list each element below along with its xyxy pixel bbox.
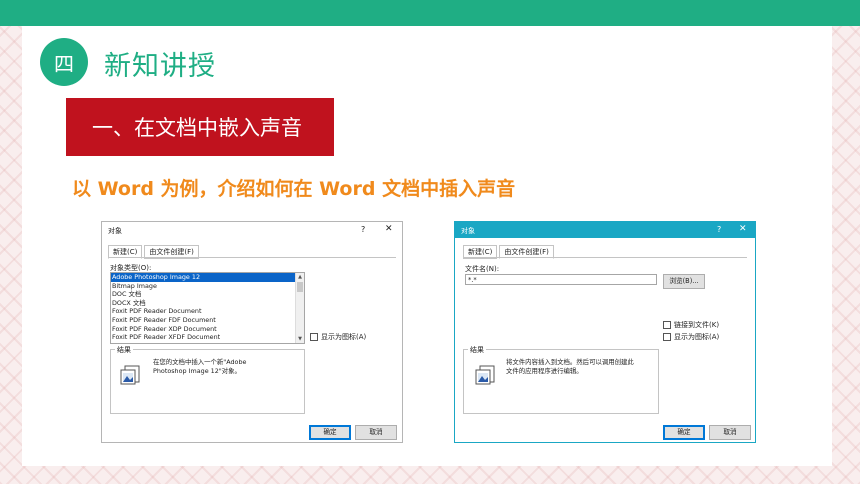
object-result-icon bbox=[120, 365, 140, 385]
list-item[interactable]: Foxit PDF Reader XFDF Document bbox=[111, 333, 304, 342]
list-item[interactable]: Foxit PDF Reader Document bbox=[111, 307, 304, 316]
list-item[interactable]: Foxit PDF Reader XDP Document bbox=[111, 325, 304, 334]
scroll-up-arrow-icon[interactable]: ▲ bbox=[296, 273, 304, 281]
scroll-thumb[interactable] bbox=[297, 282, 303, 292]
result-text-line: 将文件内容插入到文档。然后可以调用创建此 bbox=[506, 358, 634, 366]
file-name-label: 文件名(N): bbox=[465, 265, 500, 273]
browse-button[interactable]: 浏览(B)... bbox=[663, 274, 705, 289]
object-type-list[interactable]: Adobe Photoshop Image 12 Bitmap Image DO… bbox=[110, 272, 305, 344]
result-description: 将文件内容插入到文档。然后可以调用创建此 文件的应用程序进行编辑。 bbox=[506, 358, 634, 376]
checkbox-box[interactable] bbox=[663, 333, 671, 341]
list-scrollbar[interactable]: ▲ ▼ bbox=[295, 273, 304, 343]
link-to-file-checkbox[interactable]: 链接到文件(K) bbox=[663, 320, 719, 330]
cancel-button[interactable]: 取消 bbox=[709, 425, 751, 440]
display-as-icon-checkbox[interactable]: 显示为图标(A) bbox=[663, 332, 719, 342]
list-item[interactable]: DOCX 文档 bbox=[111, 299, 304, 308]
file-name-input[interactable]: *.* bbox=[465, 274, 657, 285]
topic-banner: 一、在文档中嵌入声音 bbox=[66, 98, 334, 156]
result-text-line: 文件的应用程序进行编辑。 bbox=[506, 367, 583, 375]
ok-button[interactable]: 确定 bbox=[309, 425, 351, 440]
slide-subtitle: 以 Word 为例，介绍如何在 Word 文档中插入声音 bbox=[72, 178, 516, 200]
object-result-icon bbox=[475, 365, 495, 385]
dialog-titlebar: 对象 ? ✕ bbox=[455, 222, 755, 238]
help-button[interactable]: ? bbox=[361, 225, 365, 234]
result-label: 结果 bbox=[115, 345, 133, 355]
link-to-file-label: 链接到文件(K) bbox=[674, 321, 720, 329]
result-text-line: Photoshop Image 12"对象。 bbox=[153, 367, 241, 375]
list-item[interactable]: Foxit PDF Reader FDF Document bbox=[111, 316, 304, 325]
display-as-icon-label: 显示为图标(A) bbox=[674, 333, 720, 341]
section-title: 新知讲授 bbox=[104, 51, 216, 82]
result-text-line: 在您的文档中插入一个新"Adobe bbox=[153, 358, 247, 366]
object-dialog-from-file: 对象 ? ✕ 新建(C) 由文件创建(F) 文件名(N): *.* 浏览(B).… bbox=[454, 221, 756, 443]
dialog-title: 对象 bbox=[108, 227, 122, 235]
display-as-icon-checkbox[interactable]: 显示为图标(A) bbox=[310, 332, 366, 342]
close-button[interactable]: ✕ bbox=[385, 224, 393, 234]
display-as-icon-label: 显示为图标(A) bbox=[321, 333, 367, 341]
result-description: 在您的文档中插入一个新"Adobe Photoshop Image 12"对象。 bbox=[153, 358, 246, 376]
object-dialog-new: 对象 ? ✕ 新建(C) 由文件创建(F) 对象类型(O): Adobe Pho… bbox=[101, 221, 403, 443]
list-item[interactable]: Bitmap Image bbox=[111, 282, 304, 291]
dialog-title: 对象 bbox=[461, 227, 475, 235]
top-band bbox=[0, 0, 860, 26]
scroll-down-arrow-icon[interactable]: ▼ bbox=[296, 335, 304, 343]
cancel-button[interactable]: 取消 bbox=[355, 425, 397, 440]
list-item[interactable]: DOC 文档 bbox=[111, 290, 304, 299]
help-button[interactable]: ? bbox=[717, 225, 721, 234]
dialog-titlebar: 对象 ? ✕ bbox=[102, 222, 402, 238]
list-item[interactable]: Adobe Photoshop Image 12 bbox=[111, 273, 304, 282]
checkbox-box[interactable] bbox=[663, 321, 671, 329]
checkbox-box[interactable] bbox=[310, 333, 318, 341]
close-button[interactable]: ✕ bbox=[739, 224, 747, 234]
result-label: 结果 bbox=[468, 345, 486, 355]
result-group: 结果 在您的文档中插入一个新"Adobe Photoshop Image 12"… bbox=[110, 345, 305, 414]
tab-panel-border bbox=[463, 257, 747, 258]
tab-panel-border bbox=[108, 257, 396, 258]
result-group: 结果 将文件内容插入到文档。然后可以调用创建此 文件的应用程序进行编辑。 bbox=[463, 345, 659, 414]
ok-button[interactable]: 确定 bbox=[663, 425, 705, 440]
section-number-badge: 四 bbox=[40, 38, 88, 86]
